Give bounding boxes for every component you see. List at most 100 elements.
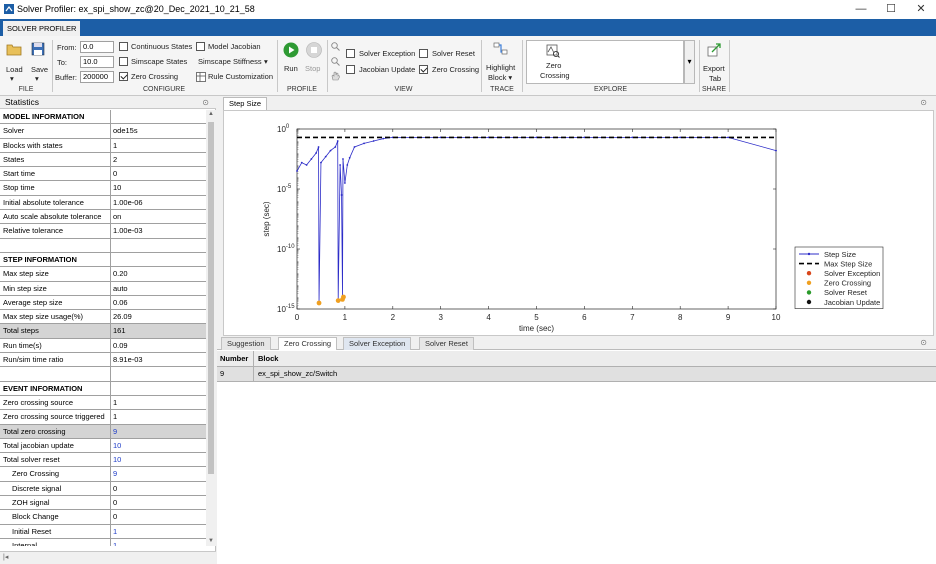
table-row[interactable]: Total jacobian update 10	[0, 438, 206, 454]
table-row[interactable]: Discrete signal 0	[0, 481, 206, 497]
solver-reset-checkbox[interactable]	[419, 49, 428, 58]
gallery-expand-icon[interactable]: ▾	[684, 40, 695, 84]
load-button[interactable]: Load	[6, 65, 23, 74]
table-row[interactable]: Start time 0	[0, 167, 206, 182]
tab-solver-reset[interactable]: Solver Reset	[419, 337, 474, 350]
stat-value[interactable]: 9	[110, 467, 206, 481]
simscape-states-checkbox[interactable]	[119, 57, 128, 66]
stop-icon[interactable]	[306, 42, 322, 58]
jacobian-update-checkbox[interactable]	[346, 65, 355, 74]
table-row[interactable]: Min step size auto	[0, 281, 206, 296]
table-row[interactable]: Initial absolute tolerance 1.00e-06	[0, 195, 206, 211]
table-row[interactable]: Total zero crossing 9	[0, 424, 206, 439]
rule-customization-button[interactable]: Rule Customization	[208, 72, 273, 81]
stat-value: 1	[110, 410, 206, 424]
stat-value[interactable]: 10	[110, 438, 206, 453]
save-dropdown-icon[interactable]: ▾	[35, 74, 39, 83]
tab-solver-exception[interactable]: Solver Exception	[343, 337, 412, 350]
solver-exception-checkbox[interactable]	[346, 49, 355, 58]
panel-options-icon[interactable]: ⊙	[920, 338, 927, 347]
stop-button[interactable]: Stop	[305, 64, 320, 73]
table-row[interactable]: Zero Crossing 9	[0, 467, 206, 482]
zoom-in-icon[interactable]	[331, 42, 340, 51]
table-row[interactable]: Block Change 0	[0, 510, 206, 525]
table-row[interactable]: MODEL INFORMATION	[0, 110, 206, 125]
table-row[interactable]: Total steps 161	[0, 324, 206, 339]
export-tab-button[interactable]: Export	[703, 64, 725, 73]
save-button[interactable]: Save	[31, 65, 48, 74]
export-tab-label-2[interactable]: Tab	[709, 74, 721, 83]
table-row[interactable]: Max step size usage(%) 26.09	[0, 310, 206, 325]
zero-crossing-config-checkbox[interactable]	[119, 72, 128, 81]
load-dropdown-icon[interactable]: ▾	[10, 74, 14, 83]
run-button[interactable]: Run	[284, 64, 298, 73]
scroll-left-icon[interactable]: |◂	[3, 553, 8, 561]
table-row[interactable]: Run/sim time ratio 8.91e-03	[0, 353, 206, 368]
buffer-input[interactable]: 200000	[80, 71, 114, 83]
tab-suggestion[interactable]: Suggestion	[221, 337, 271, 350]
table-row[interactable]: Auto scale absolute tolerance on	[0, 210, 206, 225]
table-row[interactable]: Solver ode15s	[0, 124, 206, 139]
model-jacobian-checkbox[interactable]	[196, 42, 205, 51]
tab-solver-profiler[interactable]: SOLVER PROFILER	[3, 21, 81, 36]
zero-crossing-view-checkbox[interactable]	[419, 65, 428, 74]
step-size-point	[336, 140, 339, 142]
table-row[interactable]: Stop time 10	[0, 181, 206, 196]
chevron-down-icon[interactable]: ▾	[264, 57, 268, 66]
table-row[interactable]: STEP INFORMATION	[0, 252, 206, 268]
highlight-block-icon[interactable]	[493, 41, 509, 57]
folder-open-icon[interactable]	[6, 42, 22, 56]
step-size-chart[interactable]: 0 1 2 3 4 5 6 7 8 9 10 100 10-5 10-10 10-15 time (sec) s…	[224, 111, 935, 337]
panel-options-icon[interactable]: ⊙	[202, 96, 209, 109]
zero-crossing-explore-label-2[interactable]: Crossing	[540, 71, 570, 80]
zoom-out-icon[interactable]	[331, 57, 340, 66]
table-row[interactable]: Relative tolerance 1.00e-03	[0, 224, 206, 239]
table-row[interactable]	[0, 367, 206, 382]
simscape-states-label: Simscape States	[131, 57, 188, 66]
table-row[interactable]: Max step size 0.20	[0, 267, 206, 282]
table-row[interactable]: Initial Reset 1	[0, 524, 206, 539]
highlight-block-dropdown[interactable]: Block ▾	[488, 73, 512, 82]
table-row[interactable]: Zero crossing source triggered 1	[0, 410, 206, 425]
tab-step-size[interactable]: Step Size	[223, 97, 268, 110]
table-row[interactable]: Blocks with states 1	[0, 138, 206, 153]
table-row[interactable]: Internal 1	[0, 538, 206, 546]
stat-value[interactable]: 1	[110, 538, 206, 546]
table-row[interactable]	[0, 238, 206, 253]
statistics-horizontal-scrollbar[interactable]: |◂	[0, 551, 216, 564]
continuous-states-checkbox[interactable]	[119, 42, 128, 51]
stat-value[interactable]: 10	[110, 453, 206, 467]
maximize-button[interactable]: ☐	[876, 0, 906, 19]
pan-hand-icon[interactable]	[331, 71, 340, 81]
to-input[interactable]: 10.0	[80, 56, 114, 68]
close-button[interactable]: ✕	[906, 0, 936, 19]
table-row[interactable]: Zero crossing source 1	[0, 395, 206, 411]
table-row[interactable]: Total solver reset 10	[0, 453, 206, 468]
table-row[interactable]: States 2	[0, 152, 206, 168]
minimize-button[interactable]: —	[846, 0, 876, 19]
run-play-icon[interactable]	[283, 42, 299, 58]
panel-options-icon[interactable]: ⊙	[920, 98, 927, 107]
scroll-down-icon[interactable]: ▼	[208, 538, 214, 544]
table-row[interactable]: Run time(s) 0.09	[0, 338, 206, 354]
table-row[interactable]: EVENT INFORMATION	[0, 381, 206, 396]
zero-crossing-explore-label-1[interactable]: Zero	[546, 61, 561, 70]
save-disk-icon[interactable]	[31, 42, 45, 56]
scroll-up-icon[interactable]: ▲	[208, 111, 214, 117]
tab-zero-crossing[interactable]: Zero Crossing	[278, 337, 338, 350]
column-number[interactable]: Number	[220, 351, 248, 366]
legend-entry-label: Jacobian Update	[824, 298, 880, 307]
stat-value[interactable]: 1	[110, 524, 206, 538]
table-row[interactable]: 9 ex_spi_show_zc/Switch	[217, 367, 936, 382]
zero-crossing-explore-icon[interactable]	[546, 44, 560, 58]
highlight-block-button[interactable]: Highlight	[486, 63, 515, 72]
from-input[interactable]: 0.0	[80, 41, 114, 53]
table-row[interactable]: ZOH signal 0	[0, 496, 206, 511]
scrollbar-thumb[interactable]	[208, 122, 214, 474]
column-block[interactable]: Block	[258, 351, 278, 366]
stat-value[interactable]: 9	[110, 424, 206, 438]
export-tab-icon[interactable]	[707, 42, 722, 57]
table-row[interactable]: Average step size 0.06	[0, 295, 206, 311]
statistics-vertical-scrollbar[interactable]: ▲ ▼	[206, 110, 216, 546]
simscape-stiffness-dropdown[interactable]: Simscape Stiffness	[198, 57, 262, 66]
